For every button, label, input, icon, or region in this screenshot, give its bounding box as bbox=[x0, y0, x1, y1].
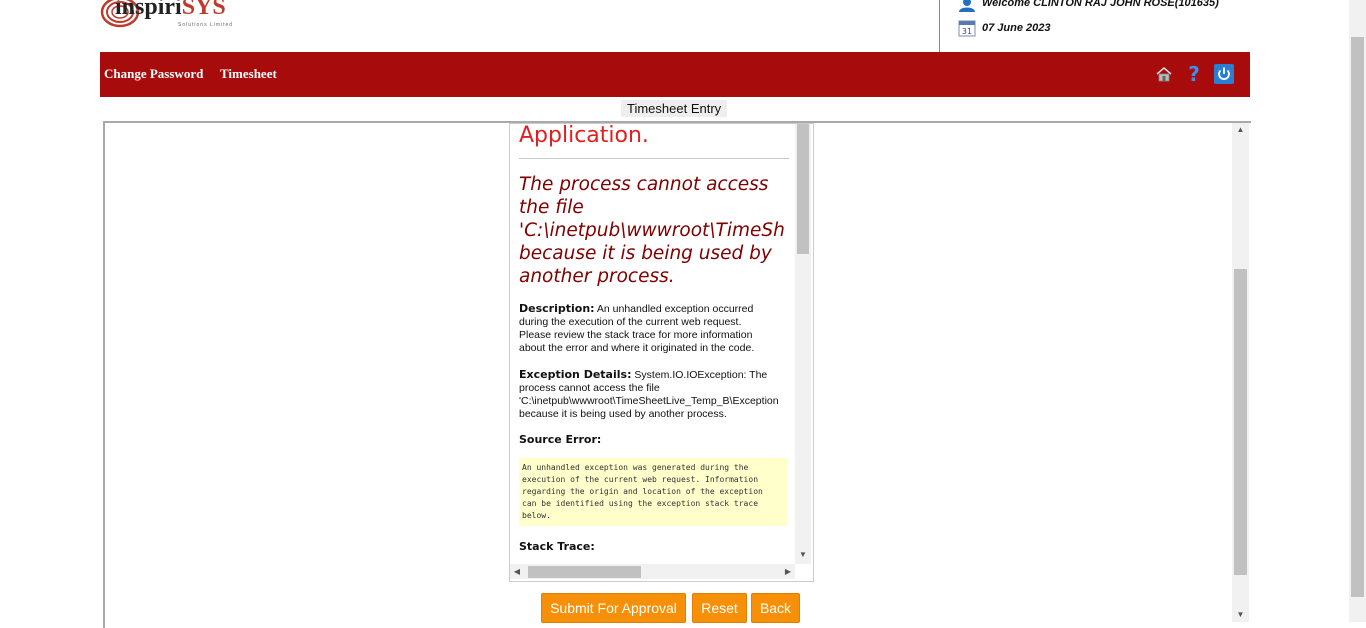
submit-for-approval-button[interactable]: Submit For Approval bbox=[541, 593, 686, 623]
svg-text:31: 31 bbox=[962, 27, 972, 36]
page-title: Timesheet Entry bbox=[621, 100, 728, 117]
error-hscroll-thumb[interactable] bbox=[528, 566, 641, 578]
error-exception-details: Exception Details: System.IO.IOException… bbox=[519, 368, 779, 420]
page-vertical-scrollbar[interactable] bbox=[1349, 0, 1366, 622]
error-description: Description: An unhandled exception occu… bbox=[519, 302, 755, 354]
reset-button[interactable]: Reset bbox=[692, 593, 747, 623]
frame-scroll-thumb[interactable] bbox=[1234, 269, 1247, 575]
error-iframe: Application. The process cannot access t… bbox=[509, 123, 814, 582]
frame-vertical-scrollbar[interactable]: ▲ ▼ bbox=[1232, 123, 1249, 622]
welcome-text: Welcome CLINTON RAJ JOHN ROSE(101635) bbox=[982, 0, 1219, 9]
stack-trace-heading: Stack Trace: bbox=[519, 540, 595, 553]
user-icon bbox=[959, 0, 975, 12]
scroll-up-arrow-icon[interactable]: ▲ bbox=[1232, 123, 1249, 137]
home-icon[interactable] bbox=[1154, 64, 1174, 84]
back-button[interactable]: Back bbox=[751, 593, 800, 623]
error-vscroll-thumb[interactable] bbox=[797, 124, 809, 254]
error-content: Application. The process cannot access t… bbox=[519, 123, 799, 553]
logo-subtitle: Solutions Limited bbox=[178, 22, 234, 28]
logo-wordmark: inspiriSYS bbox=[115, 0, 226, 20]
company-logo: inspiriSYS Solutions Limited bbox=[100, 0, 240, 32]
error-title: The process cannot access the file 'C:\i… bbox=[519, 174, 785, 287]
welcome-row: Welcome CLINTON RAJ JOHN ROSE(101635) bbox=[958, 0, 1219, 12]
date-row: 31 07 June 2023 bbox=[958, 18, 1051, 38]
svg-text:?: ? bbox=[1188, 64, 1200, 84]
date-text: 07 June 2023 bbox=[982, 22, 1051, 34]
error-divider bbox=[519, 158, 789, 159]
error-scroll-down-arrow-icon[interactable]: ▼ bbox=[795, 548, 811, 562]
scroll-left-arrow-icon[interactable]: ◀ bbox=[510, 565, 524, 579]
help-icon[interactable]: ? bbox=[1184, 64, 1204, 84]
calendar-icon: 31 bbox=[958, 20, 976, 37]
error-app-heading: Application. bbox=[519, 123, 649, 148]
main-navbar: Change Password Timesheet ? bbox=[100, 52, 1250, 97]
power-icon[interactable] bbox=[1214, 64, 1234, 84]
scroll-right-arrow-icon[interactable]: ▶ bbox=[781, 565, 795, 579]
scroll-down-arrow-icon[interactable]: ▼ bbox=[1232, 608, 1249, 622]
page-scroll-thumb[interactable] bbox=[1351, 37, 1364, 597]
error-vertical-scrollbar[interactable]: ▼ bbox=[795, 124, 811, 564]
source-error-box: An unhandled exception was generated dur… bbox=[519, 458, 788, 526]
nav-icon-group: ? bbox=[1154, 64, 1234, 84]
error-horizontal-scrollbar[interactable]: ◀ ▶ bbox=[510, 564, 795, 579]
header-divider bbox=[939, 0, 940, 52]
source-error-heading: Source Error: bbox=[519, 433, 602, 446]
nav-timesheet[interactable]: Timesheet bbox=[220, 66, 277, 82]
nav-change-password[interactable]: Change Password bbox=[104, 66, 203, 82]
